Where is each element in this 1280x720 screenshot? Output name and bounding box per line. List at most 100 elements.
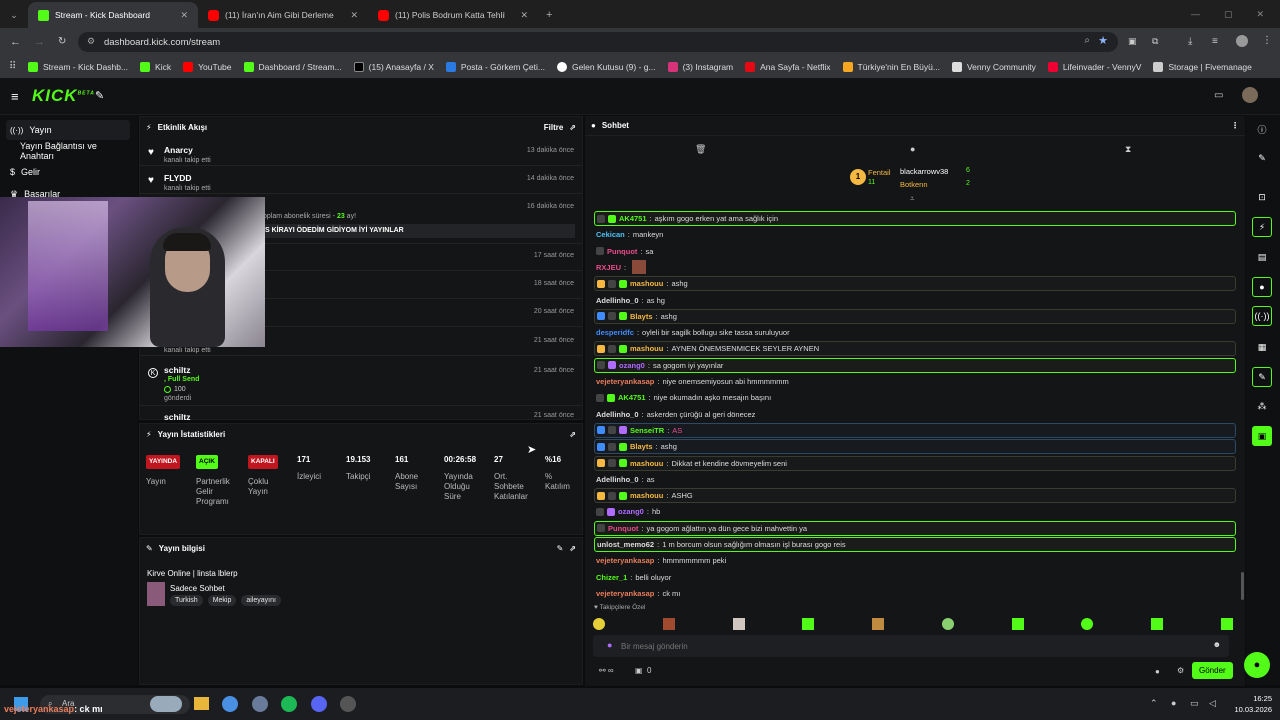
activity-user[interactable]: schiltz [164, 412, 190, 420]
capture-icon[interactable]: ⊡ [1252, 187, 1272, 207]
chat-username[interactable]: mashouu [630, 279, 663, 288]
bookmark-star-icon[interactable]: ★ [1098, 34, 1108, 47]
help-chat-button[interactable]: ● [1244, 652, 1270, 678]
activity-user[interactable]: Anarcy [164, 145, 193, 155]
steam-icon[interactable] [252, 696, 268, 712]
chat-username[interactable]: ozang0 [619, 361, 645, 370]
chat-username[interactable]: Adellinho_0 [596, 296, 639, 305]
site-info-icon[interactable]: ⚙ [87, 36, 95, 47]
popout-icon[interactable]: ⇗ [569, 123, 576, 132]
forward-icon[interactable]: → [34, 36, 45, 48]
bookmark[interactable]: Türkiye'nin En Büyü... [842, 62, 940, 72]
emote-icon[interactable] [941, 618, 954, 630]
chat-username[interactable]: desperidfc [596, 328, 634, 337]
emote-icon[interactable] [1220, 618, 1233, 630]
chat-username[interactable]: Adellinho_0 [596, 475, 639, 484]
edit-icon[interactable]: ✎ [1252, 148, 1272, 168]
emote-icon[interactable] [593, 618, 605, 630]
new-tab-button[interactable]: + [538, 2, 560, 28]
apps-icon[interactable]: ⠿ [9, 61, 16, 72]
nav-item-stream-key[interactable]: Yayın Bağlantısı ve Anahtarı [6, 141, 130, 161]
chat-username[interactable]: RXJEU [596, 263, 621, 272]
tag[interactable]: Turkish [170, 595, 203, 606]
zoom-icon[interactable]: ⌕ [1084, 35, 1090, 46]
puzzle-icon[interactable]: ⧉ [1152, 36, 1158, 47]
profile-avatar[interactable] [1236, 35, 1248, 47]
bookmark[interactable]: Stream - Kick Dashb... [28, 62, 128, 72]
chat-input-box[interactable]: ● ☻ [593, 635, 1229, 657]
chat-username[interactable]: Chizer_1 [596, 573, 627, 582]
volume-icon[interactable]: ◁ [1209, 698, 1216, 709]
trash-icon[interactable]: 🗑 [695, 144, 706, 155]
pin-icon[interactable]: ✎ [95, 89, 104, 102]
maximize-icon[interactable]: ▢ [1224, 9, 1233, 20]
activity-user[interactable]: FLYDD [164, 173, 192, 183]
chat-username[interactable]: Punquot [607, 247, 637, 256]
emote-icon[interactable] [1011, 618, 1024, 630]
bookmark[interactable]: (15) Anasayfa / X [353, 62, 434, 72]
back-icon[interactable]: ← [10, 36, 21, 48]
chat-bubble-icon[interactable]: ● [910, 144, 915, 154]
creator-icon[interactable]: ▭ [1214, 90, 1223, 101]
bookmark[interactable]: (3) Instagram [667, 62, 733, 72]
hamburger-icon[interactable]: ≡ [11, 89, 19, 104]
emote-icon[interactable] [1151, 618, 1164, 630]
tab-list-button[interactable]: ⌄ [0, 2, 28, 28]
chat-scrollbar[interactable] [1241, 572, 1244, 600]
category-name[interactable]: Sadece Sohbet [170, 584, 225, 593]
discord-icon[interactable] [311, 696, 327, 712]
folder-icon[interactable] [194, 697, 209, 710]
top-gifter-name[interactable]: blackarrowv38 [900, 167, 948, 176]
extension-icon[interactable]: ▣ [1128, 36, 1137, 47]
emote-icon[interactable] [732, 618, 745, 630]
chat-username[interactable]: SenseiTR [630, 426, 664, 435]
wrench-icon[interactable]: ✎ [1252, 367, 1272, 387]
chat-username[interactable]: vejeteryankasap [596, 556, 654, 565]
close-icon[interactable]: ✕ [520, 10, 528, 21]
emote-icon[interactable] [1081, 618, 1094, 630]
bookmark[interactable]: Storage | Fivemanage [1153, 62, 1252, 72]
bookmark[interactable]: Ana Sayfa - Netflix [745, 62, 831, 72]
gift-icon[interactable]: ▣ [635, 666, 643, 675]
menu-icon[interactable]: ⋮ [1262, 35, 1272, 46]
chat-username[interactable]: mashouu [630, 344, 663, 353]
activity-user[interactable]: schiltz [164, 365, 190, 375]
close-window-icon[interactable]: ✕ [1256, 9, 1264, 20]
emote-icon[interactable] [872, 618, 885, 630]
bookmark[interactable]: Posta - Görkem Çeti... [445, 62, 545, 72]
bot-icon[interactable]: ▣ [1252, 426, 1272, 446]
tray-chevron-icon[interactable]: ⌃ [1150, 698, 1158, 709]
chat-settings-icon[interactable]: ● [1155, 667, 1160, 676]
users-icon[interactable]: ⁂ [1252, 396, 1272, 416]
microphone-icon[interactable]: ● [1171, 698, 1176, 708]
chat-username[interactable]: AK4751 [618, 393, 646, 402]
chat-username[interactable]: Cekican [596, 230, 625, 239]
info-icon[interactable]: ⓘ [1252, 119, 1272, 139]
chat-username[interactable]: AK4751 [619, 214, 647, 223]
filter-button[interactable]: Filtre [544, 123, 564, 132]
weather-widget[interactable] [150, 696, 182, 712]
chat-username[interactable]: mashouu [630, 459, 663, 468]
tab-kick-dashboard[interactable]: Stream - Kick Dashboard ✕ [28, 2, 198, 28]
clock[interactable]: 16:25 10.03.2026 [1222, 693, 1272, 715]
nav-item-revenue[interactable]: $ Gelir [6, 162, 130, 182]
top-gifter-name[interactable]: Botkenn [900, 180, 928, 189]
layers-icon[interactable]: ▦ [1252, 337, 1272, 357]
tag[interactable]: aileyayını [241, 595, 281, 606]
popout-icon[interactable]: ⇗ [569, 430, 576, 439]
popout-icon[interactable]: ⇗ [569, 544, 576, 553]
chat-username[interactable]: ozang0 [618, 507, 644, 516]
chat-username[interactable]: vejeteryankasap [596, 377, 654, 386]
emote-icon[interactable] [802, 618, 815, 630]
microphone-icon[interactable]: ● [607, 640, 612, 650]
emoji-icon[interactable]: ☻ [1213, 640, 1221, 649]
obs-icon[interactable] [340, 696, 356, 712]
chat-username[interactable]: Blayts [630, 442, 653, 451]
more-icon[interactable]: ⋮ [1231, 121, 1239, 130]
url-input[interactable]: ⚙ dashboard.kick.com/stream ⌕ ★ [78, 32, 1118, 52]
tag[interactable]: Mekip [207, 595, 237, 606]
broadcast-icon[interactable]: ((·)) [1252, 306, 1272, 326]
bookmark[interactable]: Lifeinvader - VennyV [1047, 62, 1141, 72]
download-icon[interactable]: ⤓ [1188, 36, 1192, 47]
close-icon[interactable]: ✕ [180, 10, 188, 21]
